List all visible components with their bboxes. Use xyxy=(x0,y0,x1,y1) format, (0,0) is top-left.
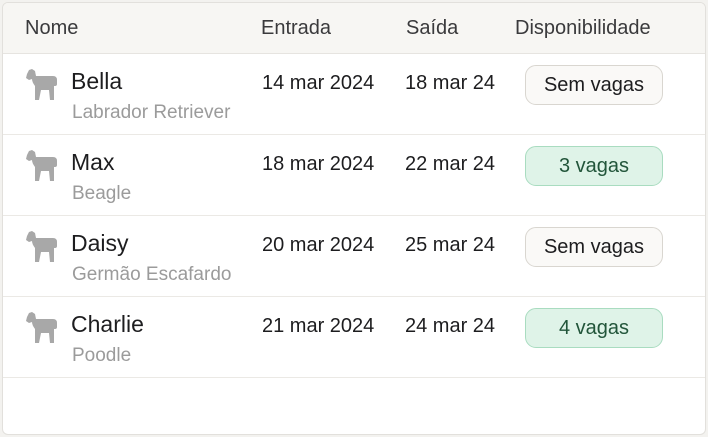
availability-badge[interactable]: 3 vagas xyxy=(525,146,663,186)
checkout-date: 18 mar 24 xyxy=(405,72,496,94)
dog-breed: Poodle xyxy=(72,345,132,366)
dog-name: Charlie xyxy=(71,311,144,337)
dog-name: Bella xyxy=(71,68,123,94)
dog-name: Max xyxy=(71,149,115,175)
dog-icon xyxy=(23,311,59,345)
checkout-date: 22 mar 24 xyxy=(405,153,496,175)
bookings-table: Nome Entrada Saída Disponibilidade Bella… xyxy=(2,2,706,435)
column-header-name[interactable]: Nome xyxy=(25,17,78,40)
checkout-date: 25 mar 24 xyxy=(405,234,496,256)
dog-icon xyxy=(23,230,59,264)
table-row[interactable]: Bella Labrador Retriever 14 mar 2024 18 … xyxy=(3,54,705,135)
dog-icon xyxy=(23,68,59,102)
checkout-date: 24 mar 24 xyxy=(405,315,496,337)
table-row[interactable]: Max Beagle 18 mar 2024 22 mar 24 3 vagas xyxy=(3,135,705,216)
dog-breed: Germão Escafardo xyxy=(72,264,232,285)
dog-name: Daisy xyxy=(71,230,129,256)
column-header-checkout[interactable]: Saída xyxy=(406,17,458,40)
checkin-date: 14 mar 2024 xyxy=(262,72,375,94)
availability-badge[interactable]: 4 vagas xyxy=(525,308,663,348)
checkin-date: 20 mar 2024 xyxy=(262,234,375,256)
availability-badge[interactable]: Sem vagas xyxy=(525,227,663,267)
availability-badge[interactable]: Sem vagas xyxy=(525,65,663,105)
column-header-checkin[interactable]: Entrada xyxy=(261,17,331,40)
table-row[interactable]: Daisy Germão Escafardo 20 mar 2024 25 ma… xyxy=(3,216,705,297)
table-header: Nome Entrada Saída Disponibilidade xyxy=(3,3,705,54)
dog-breed: Labrador Retriever xyxy=(72,102,231,123)
checkin-date: 21 mar 2024 xyxy=(262,315,375,337)
dog-icon xyxy=(23,149,59,183)
checkin-date: 18 mar 2024 xyxy=(262,153,375,175)
dog-breed: Beagle xyxy=(72,183,132,204)
column-header-availability[interactable]: Disponibilidade xyxy=(515,17,651,40)
table-row[interactable]: Charlie Poodle 21 mar 2024 24 mar 24 4 v… xyxy=(3,297,705,378)
